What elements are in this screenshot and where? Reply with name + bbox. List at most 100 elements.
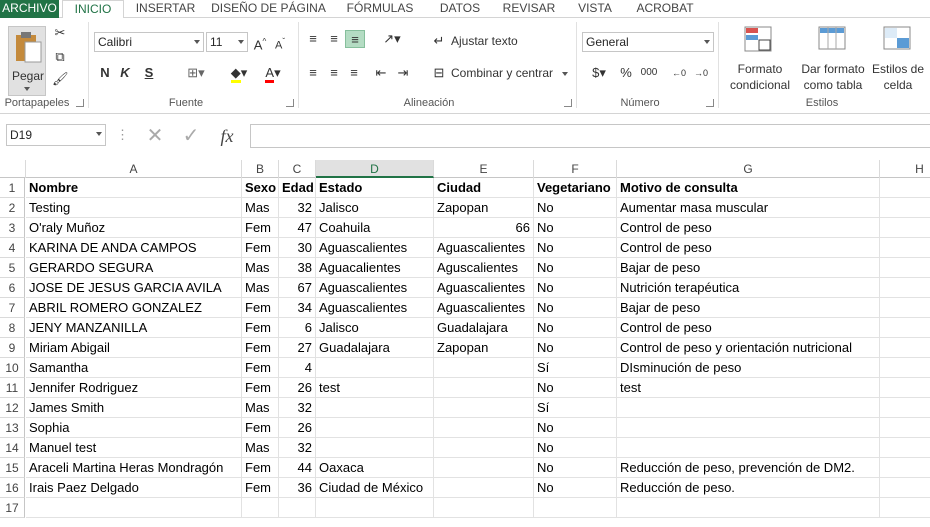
row-header[interactable]: 10 bbox=[0, 358, 25, 378]
table-cell[interactable]: 6 bbox=[279, 318, 316, 338]
table-cell[interactable]: No bbox=[534, 278, 617, 298]
row-header[interactable]: 13 bbox=[0, 418, 25, 438]
row-header[interactable]: 6 bbox=[0, 278, 25, 298]
table-cell[interactable] bbox=[880, 358, 930, 378]
table-cell[interactable]: GERARDO SEGURA bbox=[26, 258, 242, 278]
table-cell[interactable]: Fem bbox=[242, 318, 279, 338]
table-cell[interactable] bbox=[880, 238, 930, 258]
table-cell[interactable] bbox=[434, 498, 534, 518]
font-size-select[interactable]: 11 bbox=[206, 32, 248, 52]
table-cell[interactable] bbox=[880, 458, 930, 478]
row-header[interactable]: 12 bbox=[0, 398, 25, 418]
table-cell[interactable]: No bbox=[534, 438, 617, 458]
table-cell[interactable]: Mas bbox=[242, 438, 279, 458]
header-cell[interactable]: Estado bbox=[316, 178, 434, 198]
table-cell[interactable] bbox=[617, 418, 880, 438]
paste-button[interactable]: Pegar bbox=[8, 26, 46, 96]
table-cell[interactable] bbox=[434, 478, 534, 498]
table-cell[interactable]: No bbox=[534, 318, 617, 338]
table-cell[interactable]: O'raly Muñoz bbox=[26, 218, 242, 238]
table-cell[interactable]: Fem bbox=[242, 238, 279, 258]
table-cell[interactable]: Fem bbox=[242, 418, 279, 438]
table-cell[interactable]: Oaxaca bbox=[316, 458, 434, 478]
table-cell[interactable]: 67 bbox=[279, 278, 316, 298]
percent-button[interactable]: % bbox=[618, 64, 634, 82]
table-cell[interactable]: 32 bbox=[279, 398, 316, 418]
portapapeles-launcher-icon[interactable] bbox=[76, 99, 84, 107]
table-cell[interactable]: 4 bbox=[279, 358, 316, 378]
table-cell[interactable]: Sí bbox=[534, 358, 617, 378]
table-cell[interactable] bbox=[316, 498, 434, 518]
table-cell[interactable]: Jalisco bbox=[316, 198, 434, 218]
row-header[interactable]: 8 bbox=[0, 318, 25, 338]
table-cell[interactable]: 36 bbox=[279, 478, 316, 498]
table-cell[interactable]: 32 bbox=[279, 198, 316, 218]
table-cell[interactable]: Aumentar masa muscular bbox=[617, 198, 880, 218]
table-cell[interactable]: Fem bbox=[242, 458, 279, 478]
header-cell[interactable]: Ciudad bbox=[434, 178, 534, 198]
conditional-format-button[interactable]: Formato condicional bbox=[722, 22, 798, 96]
table-cell[interactable]: JOSE DE JESUS GARCIA AVILA bbox=[26, 278, 242, 298]
increase-font-icon[interactable]: A^ bbox=[252, 33, 268, 52]
row-header[interactable]: 15 bbox=[0, 458, 25, 478]
header-cell[interactable]: Motivo de consulta bbox=[617, 178, 880, 198]
row-header[interactable]: 17 bbox=[0, 498, 25, 518]
format-painter-icon[interactable]: 🖌 bbox=[52, 70, 69, 88]
align-right-icon[interactable]: ≡ bbox=[345, 64, 363, 82]
header-cell[interactable]: Nombre bbox=[26, 178, 242, 198]
table-cell[interactable] bbox=[880, 278, 930, 298]
cancel-icon[interactable]: ✕ bbox=[144, 124, 166, 148]
table-cell[interactable]: Bajar de peso bbox=[617, 298, 880, 318]
table-cell[interactable]: Araceli Martina Heras Mondragón bbox=[26, 458, 242, 478]
row-header[interactable]: 14 bbox=[0, 438, 25, 458]
table-cell[interactable]: test bbox=[617, 378, 880, 398]
table-cell[interactable]: Testing bbox=[26, 198, 242, 218]
cell-styles-button[interactable]: Estilos de celda bbox=[868, 22, 928, 96]
table-cell[interactable] bbox=[26, 498, 242, 518]
table-cell[interactable]: Fem bbox=[242, 338, 279, 358]
table-cell[interactable]: Mas bbox=[242, 258, 279, 278]
row-header[interactable]: 7 bbox=[0, 298, 25, 318]
table-cell[interactable]: Reducción de peso. bbox=[617, 478, 880, 498]
align-center-icon[interactable]: ≡ bbox=[325, 64, 343, 82]
wrap-text-button[interactable]: ↵ Ajustar texto bbox=[430, 32, 540, 52]
table-cell[interactable]: 30 bbox=[279, 238, 316, 258]
table-cell[interactable]: No bbox=[534, 218, 617, 238]
table-cell[interactable] bbox=[880, 338, 930, 358]
table-cell[interactable] bbox=[880, 478, 930, 498]
table-cell[interactable] bbox=[434, 398, 534, 418]
merge-center-button[interactable]: ⊟ Combinar y centrar bbox=[430, 64, 570, 84]
format-as-table-button[interactable]: Dar formato como tabla bbox=[798, 22, 868, 96]
table-cell[interactable] bbox=[434, 378, 534, 398]
table-cell[interactable] bbox=[434, 458, 534, 478]
table-cell[interactable] bbox=[316, 418, 434, 438]
increase-decimal-icon[interactable]: ←0 bbox=[670, 64, 688, 82]
table-cell[interactable]: KARINA DE ANDA CAMPOS bbox=[26, 238, 242, 258]
table-cell[interactable]: Guadalajara bbox=[434, 318, 534, 338]
table-cell[interactable]: 26 bbox=[279, 418, 316, 438]
select-all-corner[interactable] bbox=[0, 160, 26, 178]
table-cell[interactable]: Aguscalientes bbox=[434, 258, 534, 278]
row-header[interactable]: 11 bbox=[0, 378, 25, 398]
table-cell[interactable]: 26 bbox=[279, 378, 316, 398]
table-cell[interactable]: 44 bbox=[279, 458, 316, 478]
table-cell[interactable] bbox=[880, 498, 930, 518]
tab-insertar[interactable]: INSERTAR bbox=[128, 0, 203, 18]
row-header[interactable]: 3 bbox=[0, 218, 25, 238]
row-header[interactable]: 2 bbox=[0, 198, 25, 218]
table-cell[interactable] bbox=[880, 418, 930, 438]
decrease-indent-icon[interactable]: ⇤ bbox=[372, 64, 390, 82]
italic-button[interactable]: K bbox=[118, 64, 132, 82]
table-cell[interactable]: Irais Paez Delgado bbox=[26, 478, 242, 498]
tab-datos[interactable]: DATOS bbox=[428, 0, 492, 18]
table-cell[interactable] bbox=[880, 438, 930, 458]
column-header-g[interactable]: G bbox=[617, 160, 880, 178]
row-header[interactable]: 9 bbox=[0, 338, 25, 358]
row-header[interactable]: 16 bbox=[0, 478, 25, 498]
table-cell[interactable] bbox=[880, 318, 930, 338]
table-cell[interactable]: Aguascalientes bbox=[434, 278, 534, 298]
table-cell[interactable]: Control de peso y orientación nutriciona… bbox=[617, 338, 880, 358]
tab-diseno-pagina[interactable]: DISEÑO DE PÁGINA bbox=[206, 0, 331, 18]
cut-icon[interactable]: ✂ bbox=[52, 24, 68, 42]
table-cell[interactable] bbox=[434, 358, 534, 378]
